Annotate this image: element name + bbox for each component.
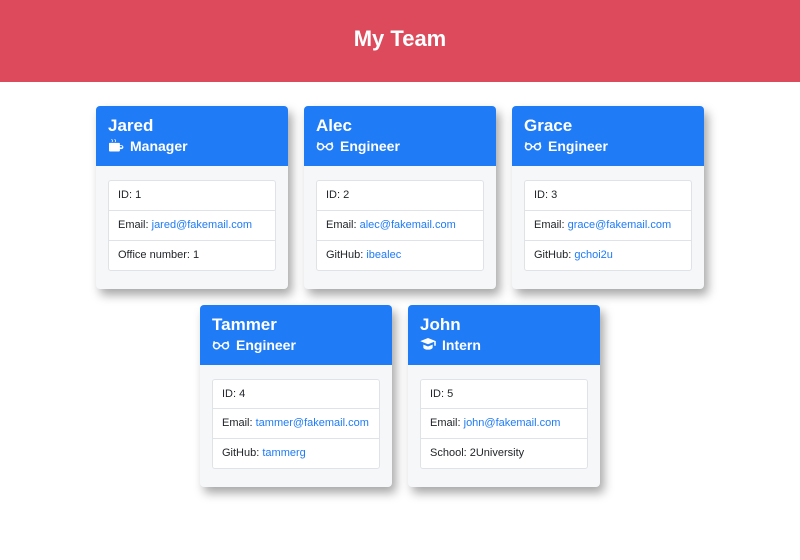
github-link[interactable]: gchoi2u — [574, 249, 613, 261]
info-id: ID: 5 — [421, 380, 587, 410]
github-link[interactable]: tammerg — [262, 447, 305, 459]
info-id: ID: 4 — [213, 380, 379, 410]
role-label: Engineer — [548, 138, 608, 154]
role-label: Engineer — [236, 337, 296, 353]
email-link[interactable]: john@fakemail.com — [464, 417, 561, 429]
role-label: Manager — [130, 138, 188, 154]
email-link[interactable]: tammer@fakemail.com — [256, 417, 369, 429]
info-list: ID: 5 Email: john@fakemail.com School: 2… — [420, 379, 588, 470]
role-label: Intern — [442, 337, 481, 353]
info-office: Office number: 1 — [109, 241, 275, 270]
member-name: Tammer — [212, 315, 380, 335]
info-school: School: 2University — [421, 439, 587, 468]
card-body: ID: 1 Email: jared@fakemail.com Office n… — [96, 166, 288, 289]
info-email: Email: grace@fakemail.com — [525, 211, 691, 241]
card-body: ID: 2 Email: alec@fakemail.com GitHub: i… — [304, 166, 496, 289]
card-header: Grace Engineer — [512, 106, 704, 166]
graduate-icon — [420, 338, 436, 352]
team-card: Tammer Engineer ID: 4 Email: tammer@fake… — [200, 305, 392, 488]
info-list: ID: 4 Email: tammer@fakemail.com GitHub:… — [212, 379, 380, 470]
info-list: ID: 3 Email: grace@fakemail.com GitHub: … — [524, 180, 692, 271]
github-link[interactable]: ibealec — [366, 249, 401, 261]
email-link[interactable]: grace@fakemail.com — [568, 219, 671, 231]
member-role: Intern — [420, 337, 588, 353]
mug-icon — [108, 139, 124, 153]
card-header: Alec Engineer — [304, 106, 496, 166]
info-id: ID: 3 — [525, 181, 691, 211]
info-github: GitHub: gchoi2u — [525, 241, 691, 270]
glasses-icon — [524, 140, 542, 152]
member-role: Manager — [108, 138, 276, 154]
email-link[interactable]: alec@fakemail.com — [360, 219, 456, 231]
team-card: John Intern ID: 5 Email: john@fakemail.c… — [408, 305, 600, 488]
info-email: Email: jared@fakemail.com — [109, 211, 275, 241]
info-email: Email: john@fakemail.com — [421, 409, 587, 439]
role-label: Engineer — [340, 138, 400, 154]
team-card: Alec Engineer ID: 2 Email: alec@fakemail… — [304, 106, 496, 289]
info-github: GitHub: ibealec — [317, 241, 483, 270]
card-header: Jared Manager — [96, 106, 288, 166]
glasses-icon — [212, 339, 230, 351]
email-link[interactable]: jared@fakemail.com — [152, 219, 252, 231]
team-cards-container: Jared Manager ID: 1 Email: jared@fakemai… — [0, 82, 800, 511]
glasses-icon — [316, 140, 334, 152]
team-card: Jared Manager ID: 1 Email: jared@fakemai… — [96, 106, 288, 289]
info-email: Email: tammer@fakemail.com — [213, 409, 379, 439]
info-list: ID: 1 Email: jared@fakemail.com Office n… — [108, 180, 276, 271]
card-body: ID: 3 Email: grace@fakemail.com GitHub: … — [512, 166, 704, 289]
page-title: My Team — [0, 26, 800, 52]
info-id: ID: 1 — [109, 181, 275, 211]
member-name: Grace — [524, 116, 692, 136]
member-name: Jared — [108, 116, 276, 136]
member-role: Engineer — [524, 138, 692, 154]
member-name: John — [420, 315, 588, 335]
member-role: Engineer — [316, 138, 484, 154]
card-body: ID: 5 Email: john@fakemail.com School: 2… — [408, 365, 600, 488]
member-role: Engineer — [212, 337, 380, 353]
info-github: GitHub: tammerg — [213, 439, 379, 468]
card-header: Tammer Engineer — [200, 305, 392, 365]
team-card: Grace Engineer ID: 3 Email: grace@fakema… — [512, 106, 704, 289]
info-email: Email: alec@fakemail.com — [317, 211, 483, 241]
info-id: ID: 2 — [317, 181, 483, 211]
page-header: My Team — [0, 0, 800, 82]
info-list: ID: 2 Email: alec@fakemail.com GitHub: i… — [316, 180, 484, 271]
member-name: Alec — [316, 116, 484, 136]
card-header: John Intern — [408, 305, 600, 365]
card-body: ID: 4 Email: tammer@fakemail.com GitHub:… — [200, 365, 392, 488]
